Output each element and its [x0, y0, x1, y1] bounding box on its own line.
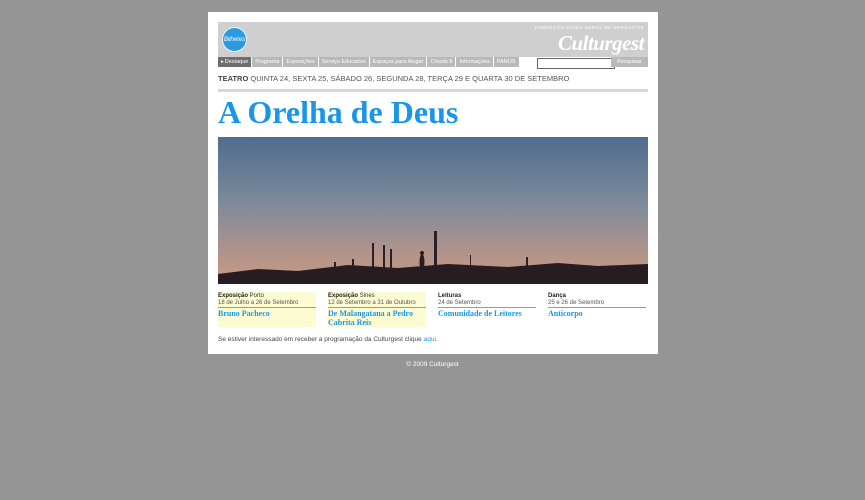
nav-item-exposicoes[interactable]: Exposições	[283, 57, 318, 67]
event-card-date: 12 de Setembro a 31 de Outubro	[328, 300, 426, 308]
event-category: TEATRO	[218, 74, 249, 83]
newsletter-link[interactable]: aqui	[424, 336, 436, 343]
newsletter-end: .	[435, 336, 438, 343]
page-title: A Orelha de Deus	[218, 94, 459, 130]
event-card-category: Dança	[548, 292, 646, 300]
search-input[interactable]	[537, 58, 615, 69]
event-card-date: 25 e 26 de Setembro	[548, 300, 646, 308]
event-card[interactable]: Exposição Porto 18 de Julho a 26 de Sete…	[218, 292, 316, 327]
nav-item-informacoes[interactable]: Informações	[456, 57, 493, 67]
event-card-link[interactable]: Anticorpo	[548, 309, 646, 318]
event-card[interactable]: Exposição Sines 12 de Setembro a 31 de O…	[328, 292, 426, 327]
event-location: Porto	[248, 293, 265, 299]
nav-item-programa[interactable]: Programa	[252, 57, 283, 67]
nav-item-chiado-8[interactable]: Chiado 8	[427, 57, 456, 67]
event-card-link[interactable]: Comunidade de Leitores	[438, 309, 536, 318]
event-type: Leituras	[438, 293, 462, 299]
copyright: © 2009 Culturgest	[406, 361, 459, 368]
search-button[interactable]: Pesquisar	[611, 57, 648, 67]
tickets-button[interactable]: Bilhetes	[222, 27, 247, 52]
event-type: Dança	[548, 293, 567, 299]
nav-item-panos[interactable]: PANOS	[493, 57, 519, 67]
event-card-date: 24 de Setembro	[438, 300, 536, 308]
foundation-label: FUNDAÇÃO CAIXA GERAL DE DEPÓSITOS	[534, 25, 644, 30]
event-type: Exposição	[218, 293, 249, 299]
header-bar: Bilhetes FUNDAÇÃO CAIXA GERAL DE DEPÓSIT…	[218, 22, 648, 57]
event-card-category: Exposição Porto	[218, 292, 316, 300]
nav-item-servico-educativo[interactable]: Serviço Educativo	[318, 57, 369, 67]
event-card-date: 18 de Julho a 26 de Setembro	[218, 300, 316, 308]
newsletter-note: Se estiver interessado em receber a prog…	[218, 336, 438, 343]
nav-item-espacos-para-alugar[interactable]: Espaços para Alugar	[369, 57, 427, 67]
event-card-link[interactable]: De Malangatana a Pedro Cabrita Reis	[328, 309, 426, 327]
event-card[interactable]: Dança 25 e 26 de Setembro Anticorpo	[548, 292, 646, 327]
event-card-link[interactable]: Bruno Pacheco	[218, 309, 316, 318]
culturgest-logo[interactable]: Culturgest	[558, 31, 645, 56]
hero-photo	[218, 137, 648, 284]
event-type: Exposição	[328, 293, 359, 299]
event-card-category: Exposição Sines	[328, 292, 426, 300]
divider	[218, 89, 648, 92]
page-container: Bilhetes FUNDAÇÃO CAIXA GERAL DE DEPÓSIT…	[208, 12, 658, 354]
newsletter-text: Se estiver interessado em receber a prog…	[218, 336, 424, 343]
events-list: Exposição Porto 18 de Julho a 26 de Sete…	[218, 292, 648, 328]
event-dates: QUINTA 24, SEXTA 25, SÁBADO 26, SEGUNDA …	[248, 74, 570, 83]
event-card[interactable]: Leituras 24 de Setembro Comunidade de Le…	[438, 292, 536, 327]
event-location: Sines	[358, 293, 375, 299]
event-card-category: Leituras	[438, 292, 536, 300]
event-subtitle: TEATRO QUINTA 24, SEXTA 25, SÁBADO 26, S…	[218, 74, 569, 83]
nav-item-destaque[interactable]: Destaque	[218, 57, 252, 67]
